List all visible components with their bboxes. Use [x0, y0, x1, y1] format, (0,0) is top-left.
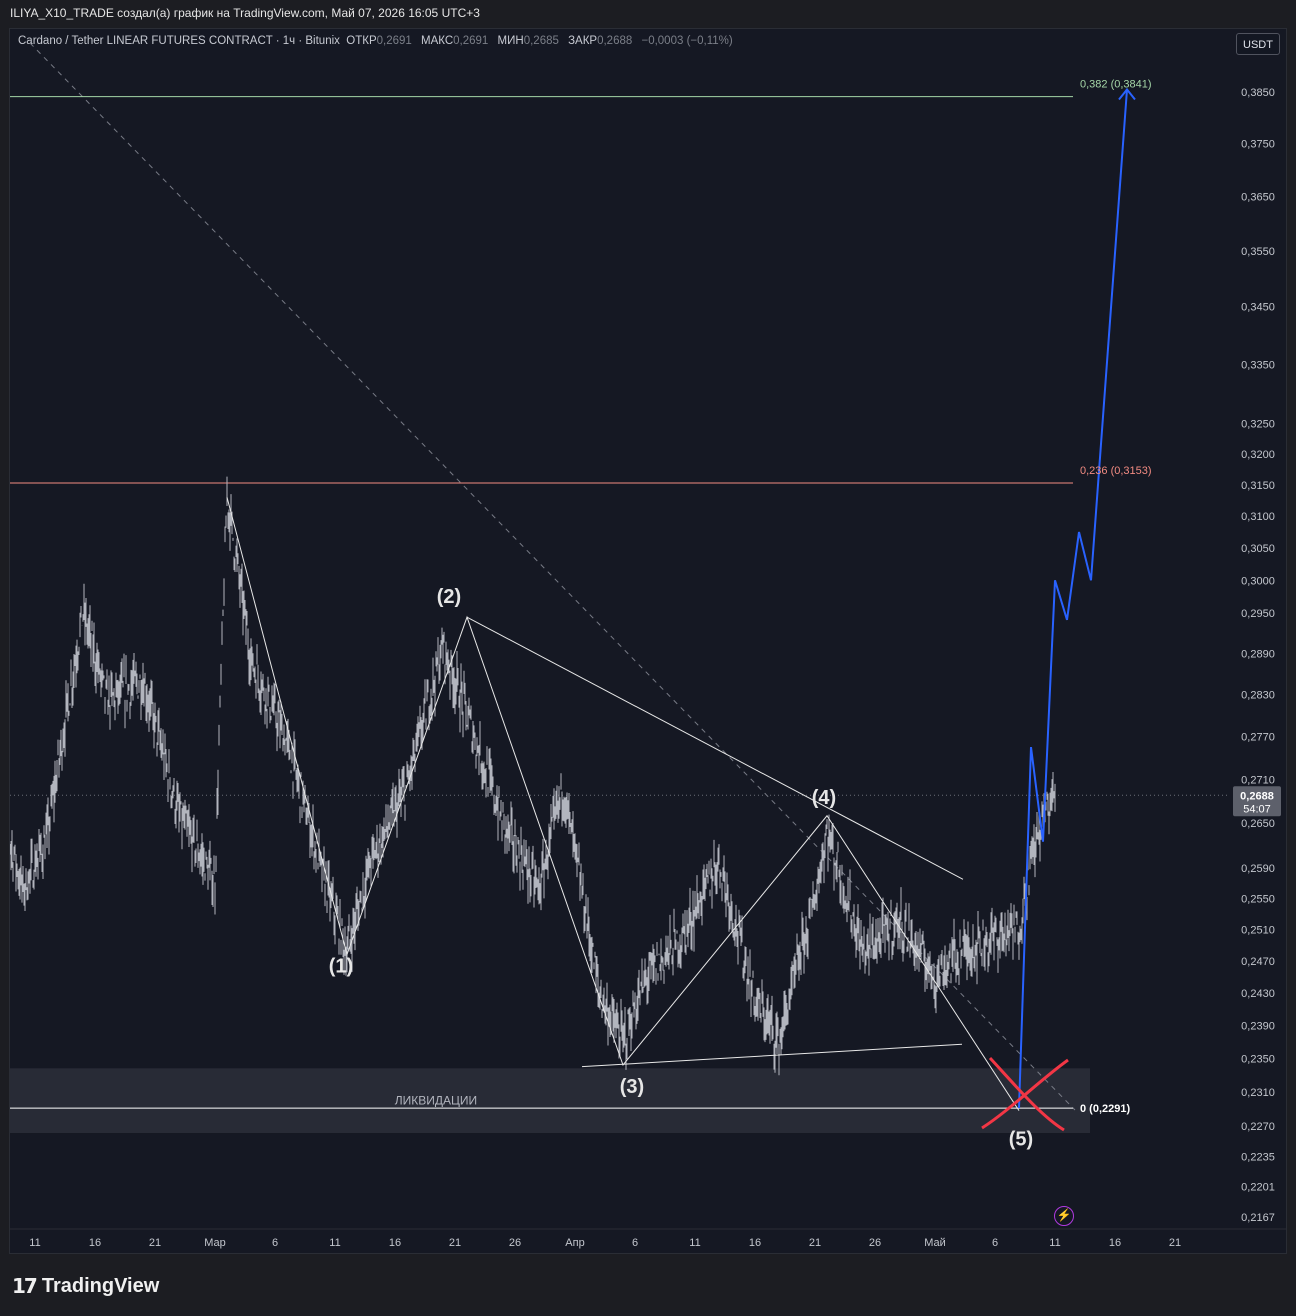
lightning-icon[interactable]: ⚡ [1054, 1206, 1074, 1226]
y-tick-label: 0,2710 [1241, 774, 1275, 786]
y-tick-label: 0,2201 [1241, 1182, 1275, 1194]
y-tick-label: 0,3250 [1241, 419, 1275, 431]
countdown-label: 54:07 [1243, 803, 1271, 815]
y-tick-label: 0,3450 [1241, 302, 1275, 314]
y-tick-label: 0,3050 [1241, 543, 1275, 555]
x-tick-label: Май [924, 1237, 946, 1249]
tradingview-logo[interactable]: 17 TradingView [12, 1274, 159, 1298]
y-tick-label: 0,2235 [1241, 1152, 1275, 1164]
wave-label: (1) [329, 955, 353, 977]
y-tick-label: 0,3000 [1241, 575, 1275, 587]
plot-area: ЛИКВИДАЦИИ [10, 42, 1230, 1134]
x-tick-label: 16 [749, 1237, 761, 1249]
y-tick-label: 0,3100 [1241, 511, 1275, 523]
wave-label: (4) [812, 787, 836, 809]
x-tick-label: 21 [1169, 1237, 1181, 1249]
projection-path [1018, 89, 1128, 1109]
y-tick-label: 0,2430 [1241, 988, 1275, 1000]
x-tick-label: 16 [1109, 1237, 1121, 1249]
x-tick-label: 26 [509, 1237, 521, 1249]
tradingview-brand: TradingView [41, 1274, 160, 1297]
candles [10, 476, 1056, 1076]
last-price-label: 0,2688 [1240, 790, 1274, 802]
y-tick-label: 0,2310 [1241, 1087, 1275, 1099]
y-tick-label: 0,2470 [1241, 956, 1275, 968]
tradingview-mark-icon: 17 [12, 1274, 38, 1298]
x-tick-label: 21 [149, 1237, 161, 1249]
wave-label: (5) [1009, 1129, 1033, 1151]
elliott-wave-path [226, 497, 1020, 1111]
y-tick-label: 0,3750 [1241, 139, 1275, 151]
x-tick-label: 6 [992, 1237, 998, 1249]
x-tick-label: Апр [565, 1237, 584, 1249]
x-tick-label: 11 [1049, 1237, 1060, 1249]
x-tick-label: 11 [329, 1237, 340, 1249]
y-tick-label: 0,2890 [1241, 648, 1275, 660]
triangle-lower-line [581, 1043, 963, 1068]
y-tick-label: 0,2390 [1241, 1020, 1275, 1032]
y-tick-label: 0,2510 [1241, 924, 1275, 936]
y-tick-label: 0,2550 [1241, 893, 1275, 905]
y-tick-label: 0,3550 [1241, 246, 1275, 258]
x-tick-label: 16 [389, 1237, 401, 1249]
x-tick-label: 6 [272, 1237, 278, 1249]
wave-label: (2) [437, 586, 461, 608]
x-tick-label: 16 [89, 1237, 101, 1249]
y-tick-label: 0,2650 [1241, 818, 1275, 830]
x-tick-label: 26 [869, 1237, 881, 1249]
y-tick-label: 0,3850 [1241, 87, 1275, 99]
x-tick-label: 11 [29, 1237, 40, 1249]
fib-level-label: 0 (0,2291) [1080, 1103, 1130, 1115]
y-tick-label: 0,2590 [1241, 863, 1275, 875]
x-tick-label: 21 [449, 1237, 461, 1249]
y-tick-label: 0,2950 [1241, 608, 1275, 620]
y-tick-label: 0,3200 [1241, 449, 1275, 461]
wave-label: (3) [620, 1076, 644, 1098]
liquidation-zone-label: ЛИКВИДАЦИИ [395, 1094, 477, 1108]
y-tick-label: 0,3650 [1241, 191, 1275, 203]
fib-level-label: 0,382 (0,3841) [1080, 79, 1152, 91]
price-chart[interactable]: ЛИКВИДАЦИИ 0,382 (0,3841) 0,236 (0,3153) 0 … [0, 0, 1296, 1316]
y-tick-label: 0,2830 [1241, 689, 1275, 701]
liquidation-zone [10, 1068, 1090, 1134]
y-tick-label: 0,2270 [1241, 1121, 1275, 1133]
y-tick-label: 0,2770 [1241, 731, 1275, 743]
x-tick-label: Мар [204, 1237, 226, 1249]
x-tick-label: 21 [809, 1237, 821, 1249]
triangle-upper-line [466, 616, 964, 880]
y-tick-label: 0,3150 [1241, 480, 1275, 492]
y-tick-label: 0,3350 [1241, 359, 1275, 371]
y-tick-label: 0,2167 [1241, 1212, 1275, 1224]
y-tick-label: 0,2350 [1241, 1053, 1275, 1065]
x-tick-label: 11 [689, 1237, 700, 1249]
x-tick-label: 6 [632, 1237, 638, 1249]
fib-level-label: 0,236 (0,3153) [1080, 465, 1152, 477]
